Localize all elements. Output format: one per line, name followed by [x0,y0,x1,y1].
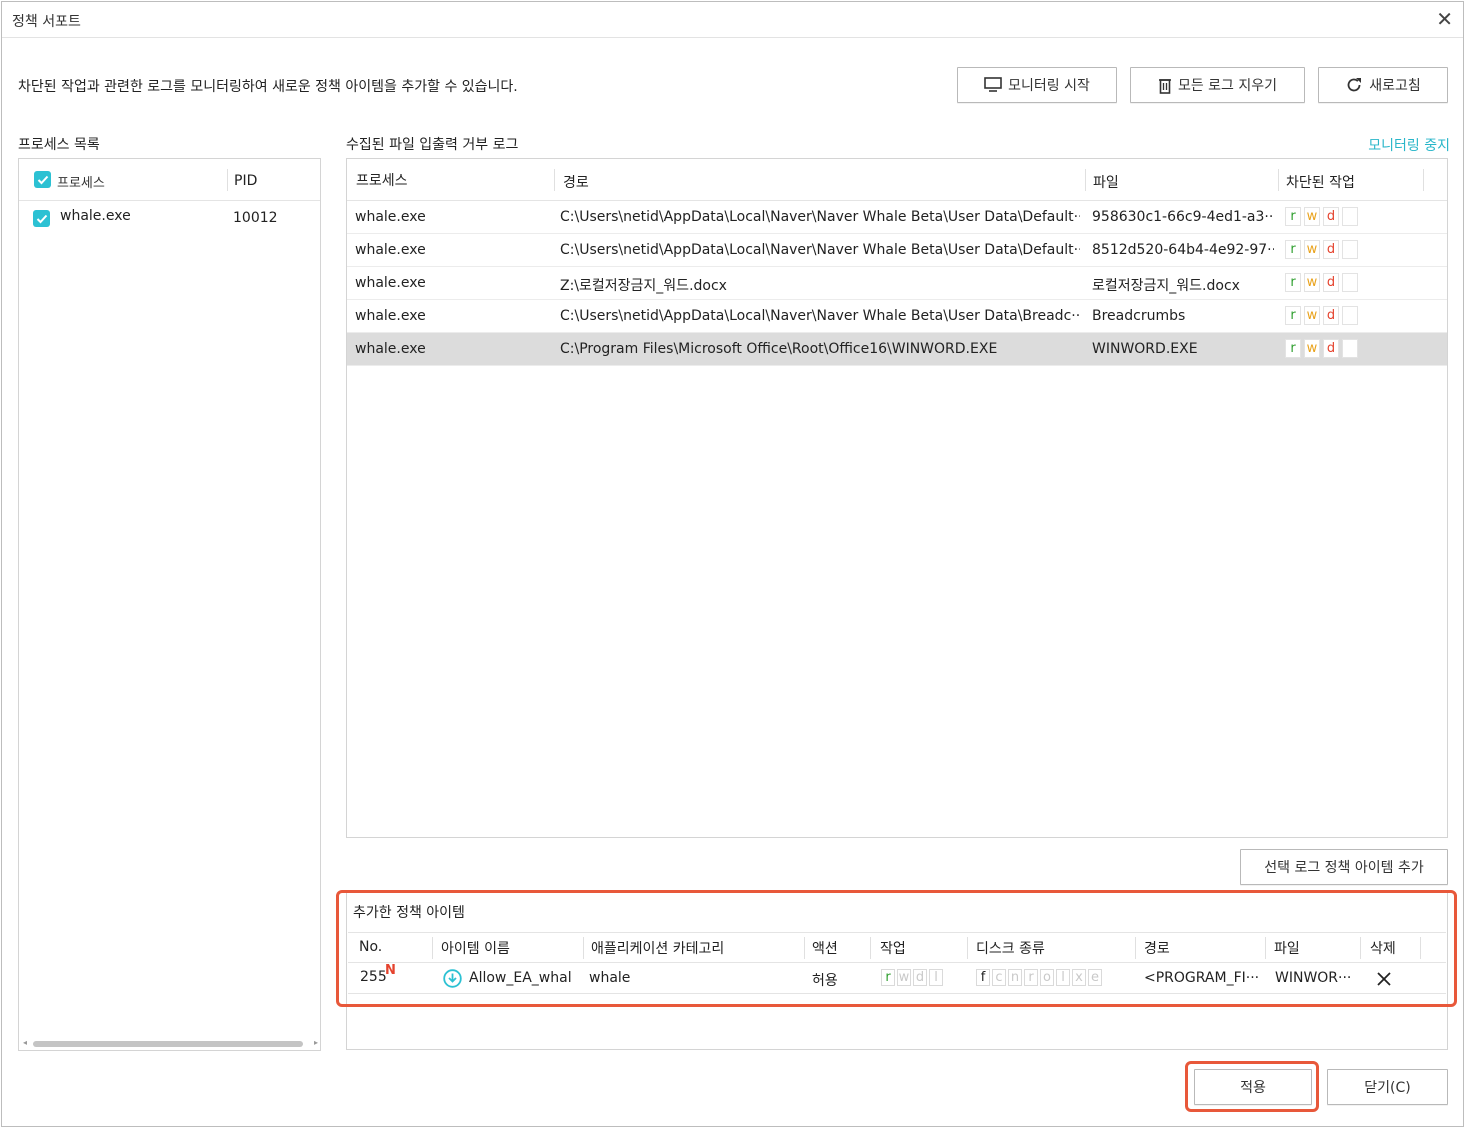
log-file: 958630c1-66c9-4ed1-a3··· [1092,209,1274,225]
op-empty [1342,273,1358,292]
op-d: d [1323,207,1339,226]
log-file: 로컬저장금지_워드.docx [1092,278,1240,294]
log-label: 수집된 파일 입출력 거부 로그 [346,137,519,153]
process-checkbox[interactable] [33,210,50,227]
op-empty [1342,240,1358,259]
op-d: d [1323,273,1339,292]
log-process: whale.exe [355,341,426,357]
op-r: r [1285,273,1301,292]
log-row[interactable]: whale.exe C:\Users\netid\AppData\Local\Na… [347,201,1447,234]
op-r: r [1285,339,1301,358]
start-monitoring-button[interactable]: 모니터링 시작 [957,67,1117,103]
op-d: d [1323,306,1339,325]
title-bar: 정책 서포트 ✕ [2,2,1463,38]
process-list-header: 프로세스 PID [19,159,320,201]
close-label: 닫기(C) [1364,1080,1411,1096]
log-file-header: 파일 [1093,175,1119,191]
op-w: w [1304,339,1320,358]
op-d: d [1323,240,1339,259]
process-list-panel: 프로세스 PID whale.exe 10012 ◂ ▸ [18,158,321,1051]
log-file: 8512d520-64b4-4e92-97··· [1092,242,1274,258]
process-list-label: 프로세스 목록 [18,137,100,153]
column-divider [1085,169,1086,191]
log-path: C:\Users\netid\AppData\Local\Naver\Naver… [560,242,1080,258]
monitor-icon [984,77,1002,92]
log-blocked-header: 차단된 작업 [1286,175,1355,191]
add-selected-log-label: 선택 로그 정책 아이템 추가 [1264,860,1424,876]
log-process: whale.exe [355,308,426,324]
log-path-header: 경로 [563,175,589,191]
log-row[interactable]: whale.exe C:\Users\netid\AppData\Local\Na… [347,234,1447,267]
log-row[interactable]: whale.exe C:\Users\netid\AppData\Local\Na… [347,300,1447,333]
op-empty [1342,207,1358,226]
clear-logs-label: 모든 로그 지우기 [1177,78,1278,94]
scroll-left-icon[interactable]: ◂ [23,1038,27,1047]
blocked-ops: rwd [1285,306,1361,325]
log-file: WINWORD.EXE [1092,341,1198,357]
op-w: w [1304,207,1320,226]
log-row[interactable]: whale.exe Z:\로컬저장금지_워드.docx 로컬저장금지_워드.docx… [347,267,1447,300]
trash-icon [1158,78,1171,94]
stop-monitoring-link[interactable]: 모니터링 중지 [1368,135,1450,155]
log-path: C:\Users\netid\AppData\Local\Naver\Naver… [560,209,1080,225]
log-process: whale.exe [355,275,426,291]
op-r: r [1285,306,1301,325]
log-path: C:\Program Files\Microsoft Office\Root\O… [560,341,998,357]
op-r: r [1285,240,1301,259]
close-button[interactable]: 닫기(C) [1327,1069,1448,1105]
apply-highlight [1185,1061,1319,1112]
pid-column-header: PID [234,173,258,189]
column-divider [554,169,555,191]
process-column-header: 프로세스 [57,176,105,191]
log-path: Z:\로컬저장금지_워드.docx [560,278,727,294]
description-text: 차단된 작업과 관련한 로그를 모니터링하여 새로운 정책 아이템을 추가할 수… [18,79,518,95]
log-process: whale.exe [355,209,426,225]
checkmark-icon [37,175,48,184]
process-name: whale.exe [60,208,131,224]
log-file: Breadcrumbs [1092,308,1186,324]
horizontal-scrollbar[interactable]: ◂ ▸ [23,1038,318,1048]
checkmark-icon [36,214,47,223]
close-icon[interactable]: ✕ [1436,7,1453,31]
refresh-label: 새로고침 [1369,78,1421,94]
blocked-ops: rwd [1285,339,1361,358]
log-table: 프로세스 경로 파일 차단된 작업 whale.exe C:\Users\neti… [346,158,1448,838]
added-policy-highlight [336,890,1457,1007]
scrollbar-thumb[interactable] [33,1041,303,1047]
op-empty [1342,306,1358,325]
op-empty [1342,339,1358,358]
process-row[interactable]: whale.exe 10012 [19,201,320,235]
blocked-ops: rwd [1285,240,1361,259]
log-row[interactable]: whale.exe C:\Program Files\Microsoft Offi… [347,333,1447,366]
op-w: w [1304,273,1320,292]
log-process-header: 프로세스 [356,173,408,189]
op-w: w [1304,240,1320,259]
log-path: C:\Users\netid\AppData\Local\Naver\Naver… [560,308,1080,324]
column-divider [1278,169,1279,191]
window-title: 정책 서포트 [12,14,81,30]
column-divider [227,169,228,191]
scroll-right-icon[interactable]: ▸ [314,1038,318,1047]
clear-logs-button[interactable]: 모든 로그 지우기 [1130,67,1305,103]
select-all-checkbox[interactable] [34,171,51,188]
op-w: w [1304,306,1320,325]
column-divider [1423,169,1424,191]
refresh-button[interactable]: 새로고침 [1318,67,1448,103]
blocked-ops: rwd [1285,207,1361,226]
refresh-icon [1347,78,1362,92]
op-d: d [1323,339,1339,358]
log-process: whale.exe [355,242,426,258]
log-table-header: 프로세스 경로 파일 차단된 작업 [347,159,1447,201]
add-selected-log-button[interactable]: 선택 로그 정책 아이템 추가 [1240,849,1448,885]
blocked-ops: rwd [1285,273,1361,292]
start-monitoring-label: 모니터링 시작 [1008,78,1090,94]
process-pid: 10012 [233,210,278,226]
op-r: r [1285,207,1301,226]
